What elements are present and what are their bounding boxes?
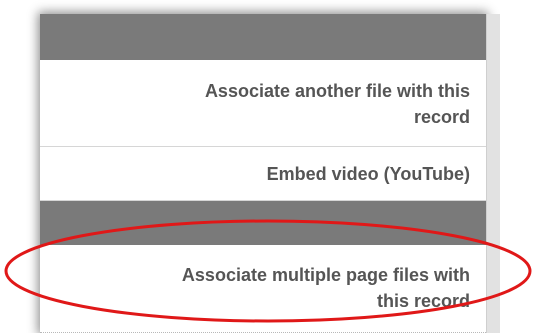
embed-video-link[interactable]: Embed video (YouTube) [40, 147, 486, 201]
associate-another-file-label-line1: Associate another file with this [204, 81, 470, 101]
action-menu-panel: Associate another file with this record … [40, 14, 486, 333]
associate-another-file-link[interactable]: Associate another file with this record [40, 60, 486, 147]
embed-video-label: Embed video (YouTube) [266, 164, 470, 184]
screenshot-stage: Associate another file with this record … [0, 0, 535, 333]
associate-multiple-page-files-label-line1: Associate multiple page files with [181, 265, 470, 285]
associate-another-file-label-line2: record [413, 107, 470, 127]
menu-section-divider [40, 201, 486, 245]
associate-multiple-page-files-label-line2: this record [376, 291, 470, 311]
associate-multiple-page-files-link[interactable]: Associate multiple page files with this … [40, 245, 486, 333]
menu-section-header [40, 14, 486, 60]
scrollbar-track[interactable] [486, 14, 500, 333]
